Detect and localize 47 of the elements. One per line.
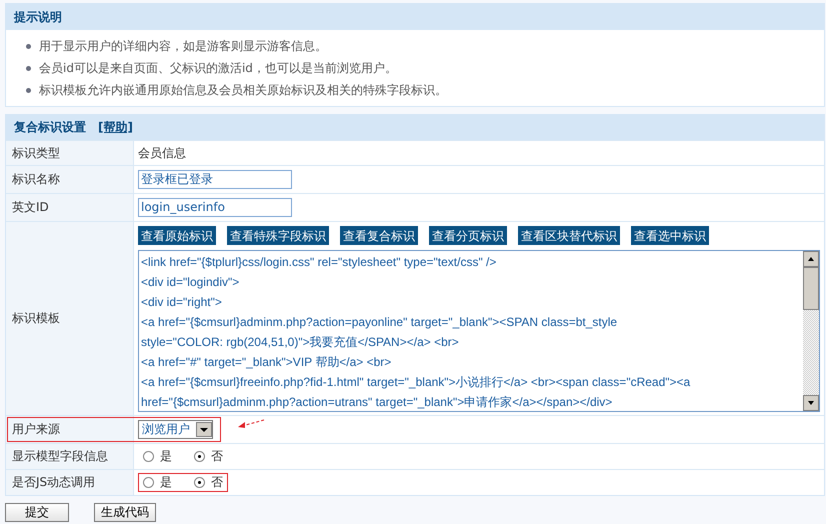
arrow-icon	[236, 418, 266, 430]
template-textarea[interactable]	[138, 250, 820, 412]
radio-button[interactable]	[194, 477, 205, 488]
view-tags-button[interactable]: 查看区块替代标识	[518, 226, 620, 245]
field-label: 是否JS动态调用	[12, 474, 96, 491]
code-line: href="{$cmsurl}adminm.php?action=utrans" target="_blank">申请作家</a></span></div>	[141, 394, 614, 411]
code-line: <a href="{$cmsurl}adminm.php?action=payonline" target="_blank"><SPAN class=bt_style	[141, 314, 618, 331]
note-text: 会员id可以是来自页面、父标识的激活id，也可以是当前浏览用户。	[39, 60, 397, 76]
view-tags-button[interactable]: 查看特殊字段标识	[227, 226, 329, 245]
radio-option[interactable]: 否	[194, 448, 223, 465]
field-label: 标识类型	[12, 144, 60, 162]
user-source-dropdown[interactable]: 浏览用户	[138, 420, 213, 439]
view-tags-button[interactable]: 查看分页标识	[429, 226, 507, 245]
radio-button[interactable]	[143, 451, 154, 462]
panel-title: 复合标识设置	[14, 119, 86, 136]
field-label: 英文ID	[12, 199, 49, 216]
code-line: <a href="#" target="_blank">VIP 帮助</a> <br>	[141, 354, 392, 371]
help-link[interactable]: [帮助]	[98, 115, 133, 140]
code-line: <link href="{$tplurl}css/login.css" rel="stylesheet" type="text/css" />	[141, 254, 498, 271]
code-line: style="COLOR: rgb(204,51,0)">我要充值</SPAN></a> <br>	[141, 334, 460, 351]
code-line: <a href="{$cmsurl}freeinfo.php?fid-1.html" target="_blank">小说排行</a> <br><span class="cRead"><a	[141, 374, 692, 391]
radio-option[interactable]: 否	[194, 474, 223, 491]
panel-title: 提示说明	[14, 10, 62, 24]
radio-button[interactable]	[143, 477, 154, 488]
note-text: 用于显示用户的详细内容，如是游客则显示游客信息。	[39, 38, 327, 54]
view-tags-button[interactable]: 查看原始标识	[138, 226, 216, 245]
form-button[interactable]: 生成代码	[94, 503, 156, 522]
text-field[interactable]: 登录框已登录	[138, 170, 292, 189]
radio-button[interactable]	[194, 451, 205, 462]
bullet-icon	[26, 88, 31, 92]
form-button[interactable]: 提交	[5, 503, 69, 522]
note-text: 标识模板允许内嵌通用原始信息及会员相关原始标识及相关的特殊字段标识。	[39, 82, 447, 98]
radio-option[interactable]: 是	[143, 474, 172, 491]
view-tags-button[interactable]: 查看复合标识	[340, 226, 418, 245]
scrollbar-drawing[interactable]	[803, 251, 819, 411]
bullet-icon	[26, 44, 31, 48]
field-value: 会员信息	[138, 144, 186, 162]
code-line: <div id="right">	[141, 294, 223, 311]
field-label: 标识模板	[12, 310, 60, 327]
field-label: 用户来源	[12, 421, 60, 438]
radio-option[interactable]: 是	[143, 448, 172, 465]
view-tags-button[interactable]: 查看选中标识	[631, 226, 709, 245]
bullet-icon	[26, 66, 31, 70]
field-label: 标识名称	[12, 171, 60, 188]
code-line: <div id="logindiv">	[141, 274, 240, 291]
text-field[interactable]: login_userinfo	[138, 198, 292, 217]
field-label: 显示模型字段信息	[12, 448, 108, 465]
